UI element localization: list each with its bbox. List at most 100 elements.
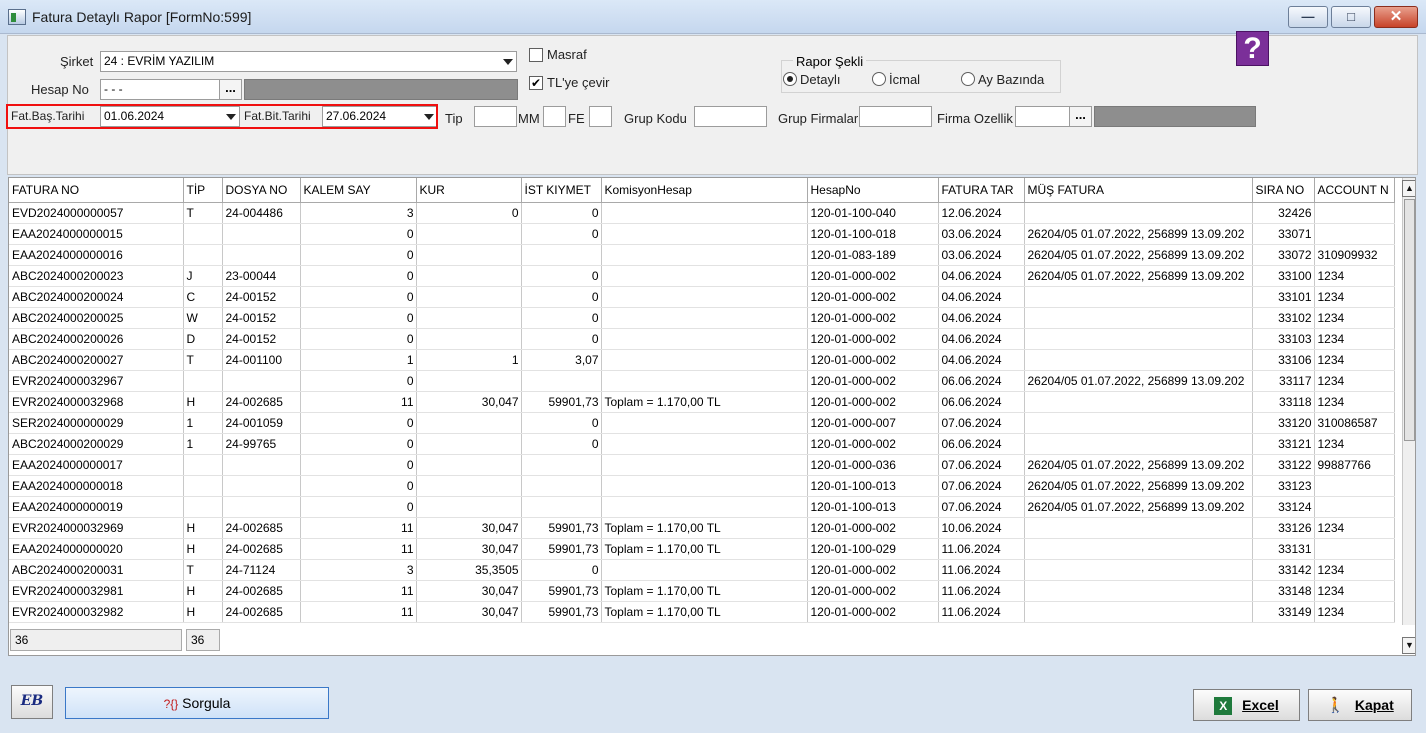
table-cell: 120-01-083-189 xyxy=(807,244,939,266)
table-row[interactable]: ABC2024000200029 1 24-99765 0 0 120-01-000-00… xyxy=(9,433,1395,455)
column-header[interactable]: FATURA NO xyxy=(9,178,184,203)
invoice-grid[interactable]: FATURA NO TİP DOSYA NO KALEM SAY KUR İST KIYM… xyxy=(8,177,1416,656)
masraf-checkbox[interactable] xyxy=(529,48,543,62)
table-row[interactable]: EVR2024000032982 H 24-002685 11 30,047 59901,… xyxy=(9,601,1395,623)
hesap-no-input[interactable]: - - - xyxy=(100,79,220,100)
column-header[interactable]: KomisyonHesap xyxy=(601,178,808,203)
table-row[interactable]: ABC2024000200024 C 24-00152 0 0 120-01-000-00… xyxy=(9,286,1395,308)
column-header[interactable]: SIRA NO xyxy=(1252,178,1315,203)
table-row[interactable]: EAA2024000000018 0 120-01-100-013 07.06.202… xyxy=(9,475,1395,497)
table-row[interactable]: EVD2024000000057 T 24-004486 3 0 0 120-01-100-… xyxy=(9,202,1395,224)
table-cell: 06.06.2024 xyxy=(938,370,1025,392)
kapat-button[interactable]: 🚶 Kapat xyxy=(1308,689,1412,721)
radio-detayli[interactable] xyxy=(783,72,797,86)
vertical-scroll-thumb[interactable] xyxy=(1404,199,1415,441)
grup-firmalar-label: Grup Firmaları xyxy=(778,111,862,126)
table-cell xyxy=(183,223,223,245)
table-cell: 11 xyxy=(300,391,417,413)
table-row[interactable]: EVR2024000032969 H 24-002685 11 30,047 59901,… xyxy=(9,517,1395,539)
column-header[interactable]: FATURA TAR xyxy=(938,178,1025,203)
sirket-select[interactable]: 24 : EVRİM YAZILIM xyxy=(100,51,517,72)
table-cell: Toplam = 1.170,00 TL xyxy=(601,538,808,560)
mm-input[interactable] xyxy=(543,106,566,127)
table-cell: 06.06.2024 xyxy=(938,433,1025,455)
invoice-table: FATURA NO TİP DOSYA NO KALEM SAY KUR İST KIYM… xyxy=(9,178,1395,623)
query-icon: ?{} xyxy=(163,697,179,711)
table-cell: 30,047 xyxy=(416,580,522,602)
table-row[interactable]: ABC2024000200025 W 24-00152 0 0 120-01-000-00… xyxy=(9,307,1395,329)
kapat-label: Kapat xyxy=(1354,697,1394,713)
column-header[interactable]: TİP xyxy=(183,178,223,203)
grup-firmalar-input[interactable] xyxy=(859,106,932,127)
table-cell: 24-00152 xyxy=(222,328,301,350)
table-cell: 33071 xyxy=(1252,223,1315,245)
table-cell: EVD2024000000057 xyxy=(9,202,184,224)
table-cell xyxy=(183,496,223,518)
column-header[interactable]: DOSYA NO xyxy=(222,178,301,203)
table-row[interactable]: ABC2024000200031 T 24-71124 3 35,3505 0 120-01… xyxy=(9,559,1395,581)
table-cell xyxy=(1024,580,1253,602)
scroll-up-arrow[interactable]: ▲ xyxy=(1402,180,1415,197)
table-cell: 30,047 xyxy=(416,601,522,623)
table-cell: 07.06.2024 xyxy=(938,454,1025,476)
table-cell: 59901,73 xyxy=(521,538,602,560)
table-row[interactable]: EAA2024000000016 0 120-01-083-189 03.06.202… xyxy=(9,244,1395,266)
table-cell: 11.06.2024 xyxy=(938,538,1025,560)
table-cell xyxy=(1314,202,1395,224)
table-row[interactable]: EAA2024000000017 0 120-01-000-036 07.06.202… xyxy=(9,454,1395,476)
table-row[interactable]: SER2024000000029 1 24-001059 0 0 120-01-000-0… xyxy=(9,412,1395,434)
firma-ozellik-lookup-button[interactable]: ... xyxy=(1069,106,1092,127)
grup-kodu-input[interactable] xyxy=(694,106,767,127)
table-row[interactable]: EAA2024000000020 H 24-002685 11 30,047 59901,… xyxy=(9,538,1395,560)
hesap-lookup-button[interactable]: ... xyxy=(219,79,242,100)
column-header[interactable]: KALEM SAY xyxy=(300,178,417,203)
firma-ozellik-input[interactable] xyxy=(1015,106,1070,127)
table-cell: 59901,73 xyxy=(521,517,602,539)
table-row[interactable]: EVR2024000032968 H 24-002685 11 30,047 59901,… xyxy=(9,391,1395,413)
table-row[interactable]: EAA2024000000015 0 0 120-01-100-018 03.06.20… xyxy=(9,223,1395,245)
table-cell: Toplam = 1.170,00 TL xyxy=(601,601,808,623)
maximize-button[interactable]: □ xyxy=(1331,6,1371,28)
table-row[interactable]: ABC2024000200027 T 24-001100 1 1 3,07 120-01-0… xyxy=(9,349,1395,371)
minimize-button[interactable]: — xyxy=(1288,6,1328,28)
excel-button[interactable]: X Excel xyxy=(1193,689,1300,721)
table-cell: 0 xyxy=(300,412,417,434)
table-row[interactable]: EAA2024000000019 0 120-01-100-013 07.06.202… xyxy=(9,496,1395,518)
table-row[interactable]: ABC2024000200026 D 24-00152 0 0 120-01-000-00… xyxy=(9,328,1395,350)
table-cell: EAA2024000000015 xyxy=(9,223,184,245)
table-cell: ABC2024000200027 xyxy=(9,349,184,371)
table-row[interactable]: EVR2024000032981 H 24-002685 11 30,047 59901,… xyxy=(9,580,1395,602)
help-icon[interactable]: ? xyxy=(1236,31,1269,66)
column-header[interactable]: ACCOUNT N xyxy=(1314,178,1395,203)
table-cell: 1234 xyxy=(1314,307,1395,329)
table-row[interactable]: EVR2024000032967 0 120-01-000-002 06.06.202… xyxy=(9,370,1395,392)
table-cell: 26204/05 01.07.2022, 256899 13.09.202 xyxy=(1024,454,1253,476)
radio-ay-bazinda[interactable] xyxy=(961,72,975,86)
table-cell: 120-01-000-002 xyxy=(807,601,939,623)
table-cell xyxy=(1024,349,1253,371)
table-cell xyxy=(1314,223,1395,245)
table-cell xyxy=(1024,517,1253,539)
tl-cevir-checkbox[interactable]: ✔ xyxy=(529,76,543,90)
close-button[interactable]: ✕ xyxy=(1374,6,1418,28)
eb-logo-button[interactable]: EB xyxy=(11,685,53,719)
table-cell xyxy=(183,370,223,392)
column-header[interactable]: HesapNo xyxy=(807,178,939,203)
scroll-down-arrow[interactable]: ▼ xyxy=(1402,637,1415,654)
table-cell xyxy=(601,454,808,476)
grid-header-row: FATURA NO TİP DOSYA NO KALEM SAY KUR İST KIYM… xyxy=(9,178,1395,203)
column-header[interactable]: İST KIYMET xyxy=(521,178,602,203)
sorgula-button[interactable]: ?{} Sorgula xyxy=(65,687,329,719)
column-header[interactable]: KUR xyxy=(416,178,522,203)
fe-input[interactable] xyxy=(589,106,612,127)
table-cell: 24-002685 xyxy=(222,538,301,560)
radio-icmal[interactable] xyxy=(872,72,886,86)
table-cell: 11 xyxy=(300,580,417,602)
vertical-scrollbar[interactable] xyxy=(1402,178,1415,625)
tip-input[interactable] xyxy=(474,106,517,127)
column-header[interactable]: MÜŞ FATURA xyxy=(1024,178,1253,203)
table-cell: H xyxy=(183,391,223,413)
table-cell: 0 xyxy=(300,475,417,497)
table-cell: 24-002685 xyxy=(222,601,301,623)
table-row[interactable]: ABC2024000200023 J 23-00044 0 0 120-01-000-00… xyxy=(9,265,1395,287)
